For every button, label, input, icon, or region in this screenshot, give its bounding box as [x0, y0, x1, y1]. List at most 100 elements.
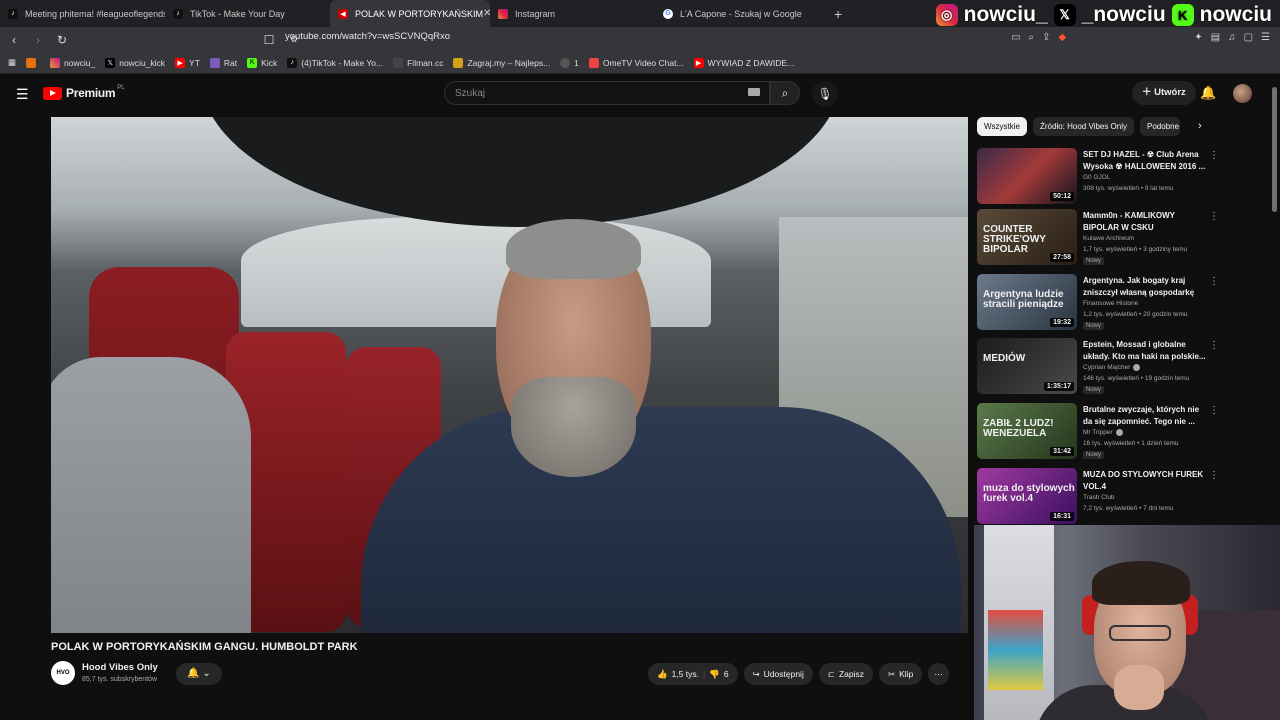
recommendation-channel[interactable]: Mr Tripper [1083, 429, 1123, 436]
recommendation-title[interactable]: Brutalne zwyczaje, których nie da się za… [1083, 404, 1207, 427]
recommendation-item[interactable]: muza do stylowych furek vol.4 16:31 MUZA D… [977, 468, 1219, 526]
tab-google[interactable]: G L'A Capone - Szukaj w Google [655, 0, 820, 27]
recommendation-item[interactable]: ZABIŁ 2 LUDZ! WENEZUELA 31:42 Brutalne zwy… [977, 403, 1219, 461]
more-options-icon[interactable]: ⋮ [1209, 150, 1219, 161]
extensions-icon[interactable]: ✦ [1194, 32, 1202, 43]
share-button[interactable]: ↪ Udostępnij [743, 663, 813, 685]
kick-icon: K [247, 57, 258, 68]
sidebar-icon[interactable]: ▤ [1211, 32, 1220, 43]
bookmark-item[interactable]: nowciu_ [50, 57, 95, 68]
save-button[interactable]: ⊏ Zapisz [818, 663, 874, 685]
voice-search-button[interactable]: 🎙 [812, 81, 838, 107]
music-icon[interactable]: ♫ [1228, 32, 1236, 43]
cast-icon[interactable]: ▭ [1011, 32, 1020, 43]
recommendation-title[interactable]: SET DJ HAZEL - ☢ Club Arena Wysoka ☢ HAL… [1083, 149, 1207, 172]
bookmark-item[interactable]: ▶ WYWIAD Z DAWIDE... [693, 57, 794, 68]
thumbnail-text: COUNTER STRIKE'OWY BIPOLAR [983, 224, 1046, 255]
recommendation-channel[interactable]: Kulawe Archiwum [1083, 235, 1134, 242]
zoom-icon[interactable]: ⌕ [1029, 32, 1035, 43]
recommendation-channel[interactable]: Cyprian Majcher [1083, 364, 1141, 371]
more-options-icon[interactable]: ⋮ [1209, 405, 1219, 416]
account-avatar[interactable] [1233, 84, 1252, 103]
tab-instagram[interactable]: Instagram [490, 0, 655, 27]
close-tab-icon[interactable]: ✕ [483, 8, 490, 19]
wallet-icon[interactable]: ▢ [1244, 32, 1253, 43]
brave-shield-icon[interactable]: ◆ [1059, 32, 1067, 43]
bell-icon: 🔔 ⌄ [187, 668, 211, 679]
channel-name[interactable]: Hood Vibes Only [82, 662, 158, 673]
recommendation-title[interactable]: Epstein, Mossad i globalne układy. Kto m… [1083, 339, 1207, 362]
apps-icon[interactable]: ▦ [8, 57, 16, 68]
recommendation-item[interactable]: 50:12 SET DJ HAZEL - ☢ Club Arena Wysoka … [977, 148, 1219, 206]
recommendation-item[interactable]: COUNTER STRIKE'OWY BIPOLAR 27:58 Mamm0n - … [977, 209, 1219, 267]
chip-source[interactable]: Źródło: Hood Vibes Only [1033, 117, 1135, 136]
bookmark-item[interactable]: Filman.cc [393, 57, 443, 68]
video-thumbnail[interactable]: Argentyna ludzie stracili pieniądze 19:32 [977, 274, 1077, 330]
share-icon[interactable]: ⇪ [1042, 32, 1050, 43]
subscription-bell-button[interactable]: 🔔 ⌄ [176, 663, 222, 685]
microphone-icon: 🎙 [817, 87, 833, 101]
recommendation-channel[interactable]: G0 GJOL [1083, 174, 1110, 181]
recommendation-channel[interactable]: Finansowe Historie [1083, 300, 1138, 307]
bookmark-icon[interactable]: ☐ [259, 33, 279, 47]
ometv-icon [588, 57, 599, 68]
chip-all[interactable]: Wszystkie [977, 117, 1027, 136]
channel-avatar[interactable]: HVO [51, 661, 75, 685]
like-button[interactable]: 👍 1,5 tys. | 👎 6 [648, 663, 738, 685]
more-actions-button[interactable]: ⋯ [928, 663, 949, 685]
chip-similar[interactable]: Podobne [1140, 117, 1181, 136]
bookmark-item[interactable]: K Kick [247, 57, 277, 68]
url-field[interactable]: youtube.com/watch?v=wsSCVNQqRxo [285, 31, 450, 42]
tiktok-icon: ♪ [8, 8, 18, 19]
youtube-logo[interactable]: Premium PL [43, 85, 125, 100]
notifications-bell-icon[interactable]: 🔔 [1200, 85, 1216, 101]
recommendation-title[interactable]: Argentyna. Jak bogaty kraj zniszczył wła… [1083, 275, 1207, 298]
keyboard-icon[interactable] [748, 88, 760, 96]
recommendation-title[interactable]: MUZA DO STYLOWYCH FUREK VOL.4 [1083, 469, 1207, 492]
bookmark-folder[interactable] [26, 57, 40, 68]
video-thumbnail[interactable]: COUNTER STRIKE'OWY BIPOLAR 27:58 [977, 209, 1077, 265]
menu-icon[interactable]: ☰ [1261, 32, 1270, 43]
video-thumbnail[interactable]: 50:12 [977, 148, 1077, 204]
more-options-icon[interactable]: ⋮ [1209, 276, 1219, 287]
tab-tiktok[interactable]: ♪ TikTok - Make Your Day [165, 0, 330, 27]
webcam-overlay [974, 525, 1280, 720]
video-thumbnail[interactable]: ZABIŁ 2 LUDZ! WENEZUELA 31:42 [977, 403, 1077, 459]
clip-button[interactable]: ✂ Klip [879, 663, 923, 685]
recommendation-channel[interactable]: Trash Club [1083, 494, 1115, 501]
bookmark-item[interactable]: Rat [209, 57, 237, 68]
scissors-icon: ✂ [888, 669, 896, 679]
thumbnail-text: MEDIÓW [983, 353, 1026, 364]
tab-youtube-active[interactable]: ◀ POLAK W PORTORYKAŃSKIM ✕ [330, 0, 490, 27]
address-bar: ‹ › ↻ ☐ ⚙ youtube.com/watch?v=wsSCVNQqRx… [0, 27, 1280, 52]
scrollbar[interactable] [1272, 87, 1277, 212]
reload-icon[interactable]: ↻ [52, 33, 72, 47]
bookmark-item[interactable]: ♪ (4)TikTok - Make Yo... [287, 57, 383, 68]
video-actions: 👍 1,5 tys. | 👎 6 ↪ Udostępnij ⊏ Zapisz ✂ Klip ⋯ [648, 663, 949, 685]
more-options-icon[interactable]: ⋮ [1209, 470, 1219, 481]
new-tab-button[interactable]: + [834, 6, 842, 22]
video-player[interactable] [51, 117, 968, 633]
create-button[interactable]: ＋ Utwórz [1132, 81, 1196, 105]
chevron-right-icon[interactable]: › [1198, 120, 1202, 132]
video-thumbnail[interactable]: muza do stylowych furek vol.4 16:31 [977, 468, 1077, 524]
bookmark-item[interactable]: OmeTV Video Chat... [588, 57, 684, 68]
recommendation-item[interactable]: MEDIÓW 1:35:17 Epstein, Mossad i globalne … [977, 338, 1219, 396]
recommendation-item[interactable]: Argentyna ludzie stracili pieniądze 19:32… [977, 274, 1219, 332]
search-input[interactable]: Szukaj [444, 81, 770, 105]
forward-icon[interactable]: › [28, 33, 48, 47]
bookmark-item[interactable]: Zagraj.my – Najleps... [453, 57, 550, 68]
more-options-icon[interactable]: ⋮ [1209, 211, 1219, 222]
more-options-icon[interactable]: ⋮ [1209, 340, 1219, 351]
instagram-icon: ◎ [935, 4, 958, 26]
back-icon[interactable]: ‹ [4, 33, 24, 47]
video-thumbnail[interactable]: MEDIÓW 1:35:17 [977, 338, 1077, 394]
x-handle: _nowciu [1081, 3, 1166, 26]
search-button[interactable]: ⌕ [770, 81, 800, 105]
bookmark-item[interactable]: 1 [560, 57, 579, 68]
bookmark-item[interactable]: ▶ YT [175, 57, 200, 68]
recommendation-title[interactable]: Mamm0n - KAMLIKOWY BIPOLAR W CSKU [1083, 210, 1207, 233]
tab-meeting[interactable]: ♪ Meeting phitema! #leagueoflegends [0, 0, 165, 27]
bookmark-item[interactable]: 𝕏nowciu_kick [105, 57, 165, 68]
hamburger-menu-icon[interactable]: ☰ [16, 86, 29, 103]
